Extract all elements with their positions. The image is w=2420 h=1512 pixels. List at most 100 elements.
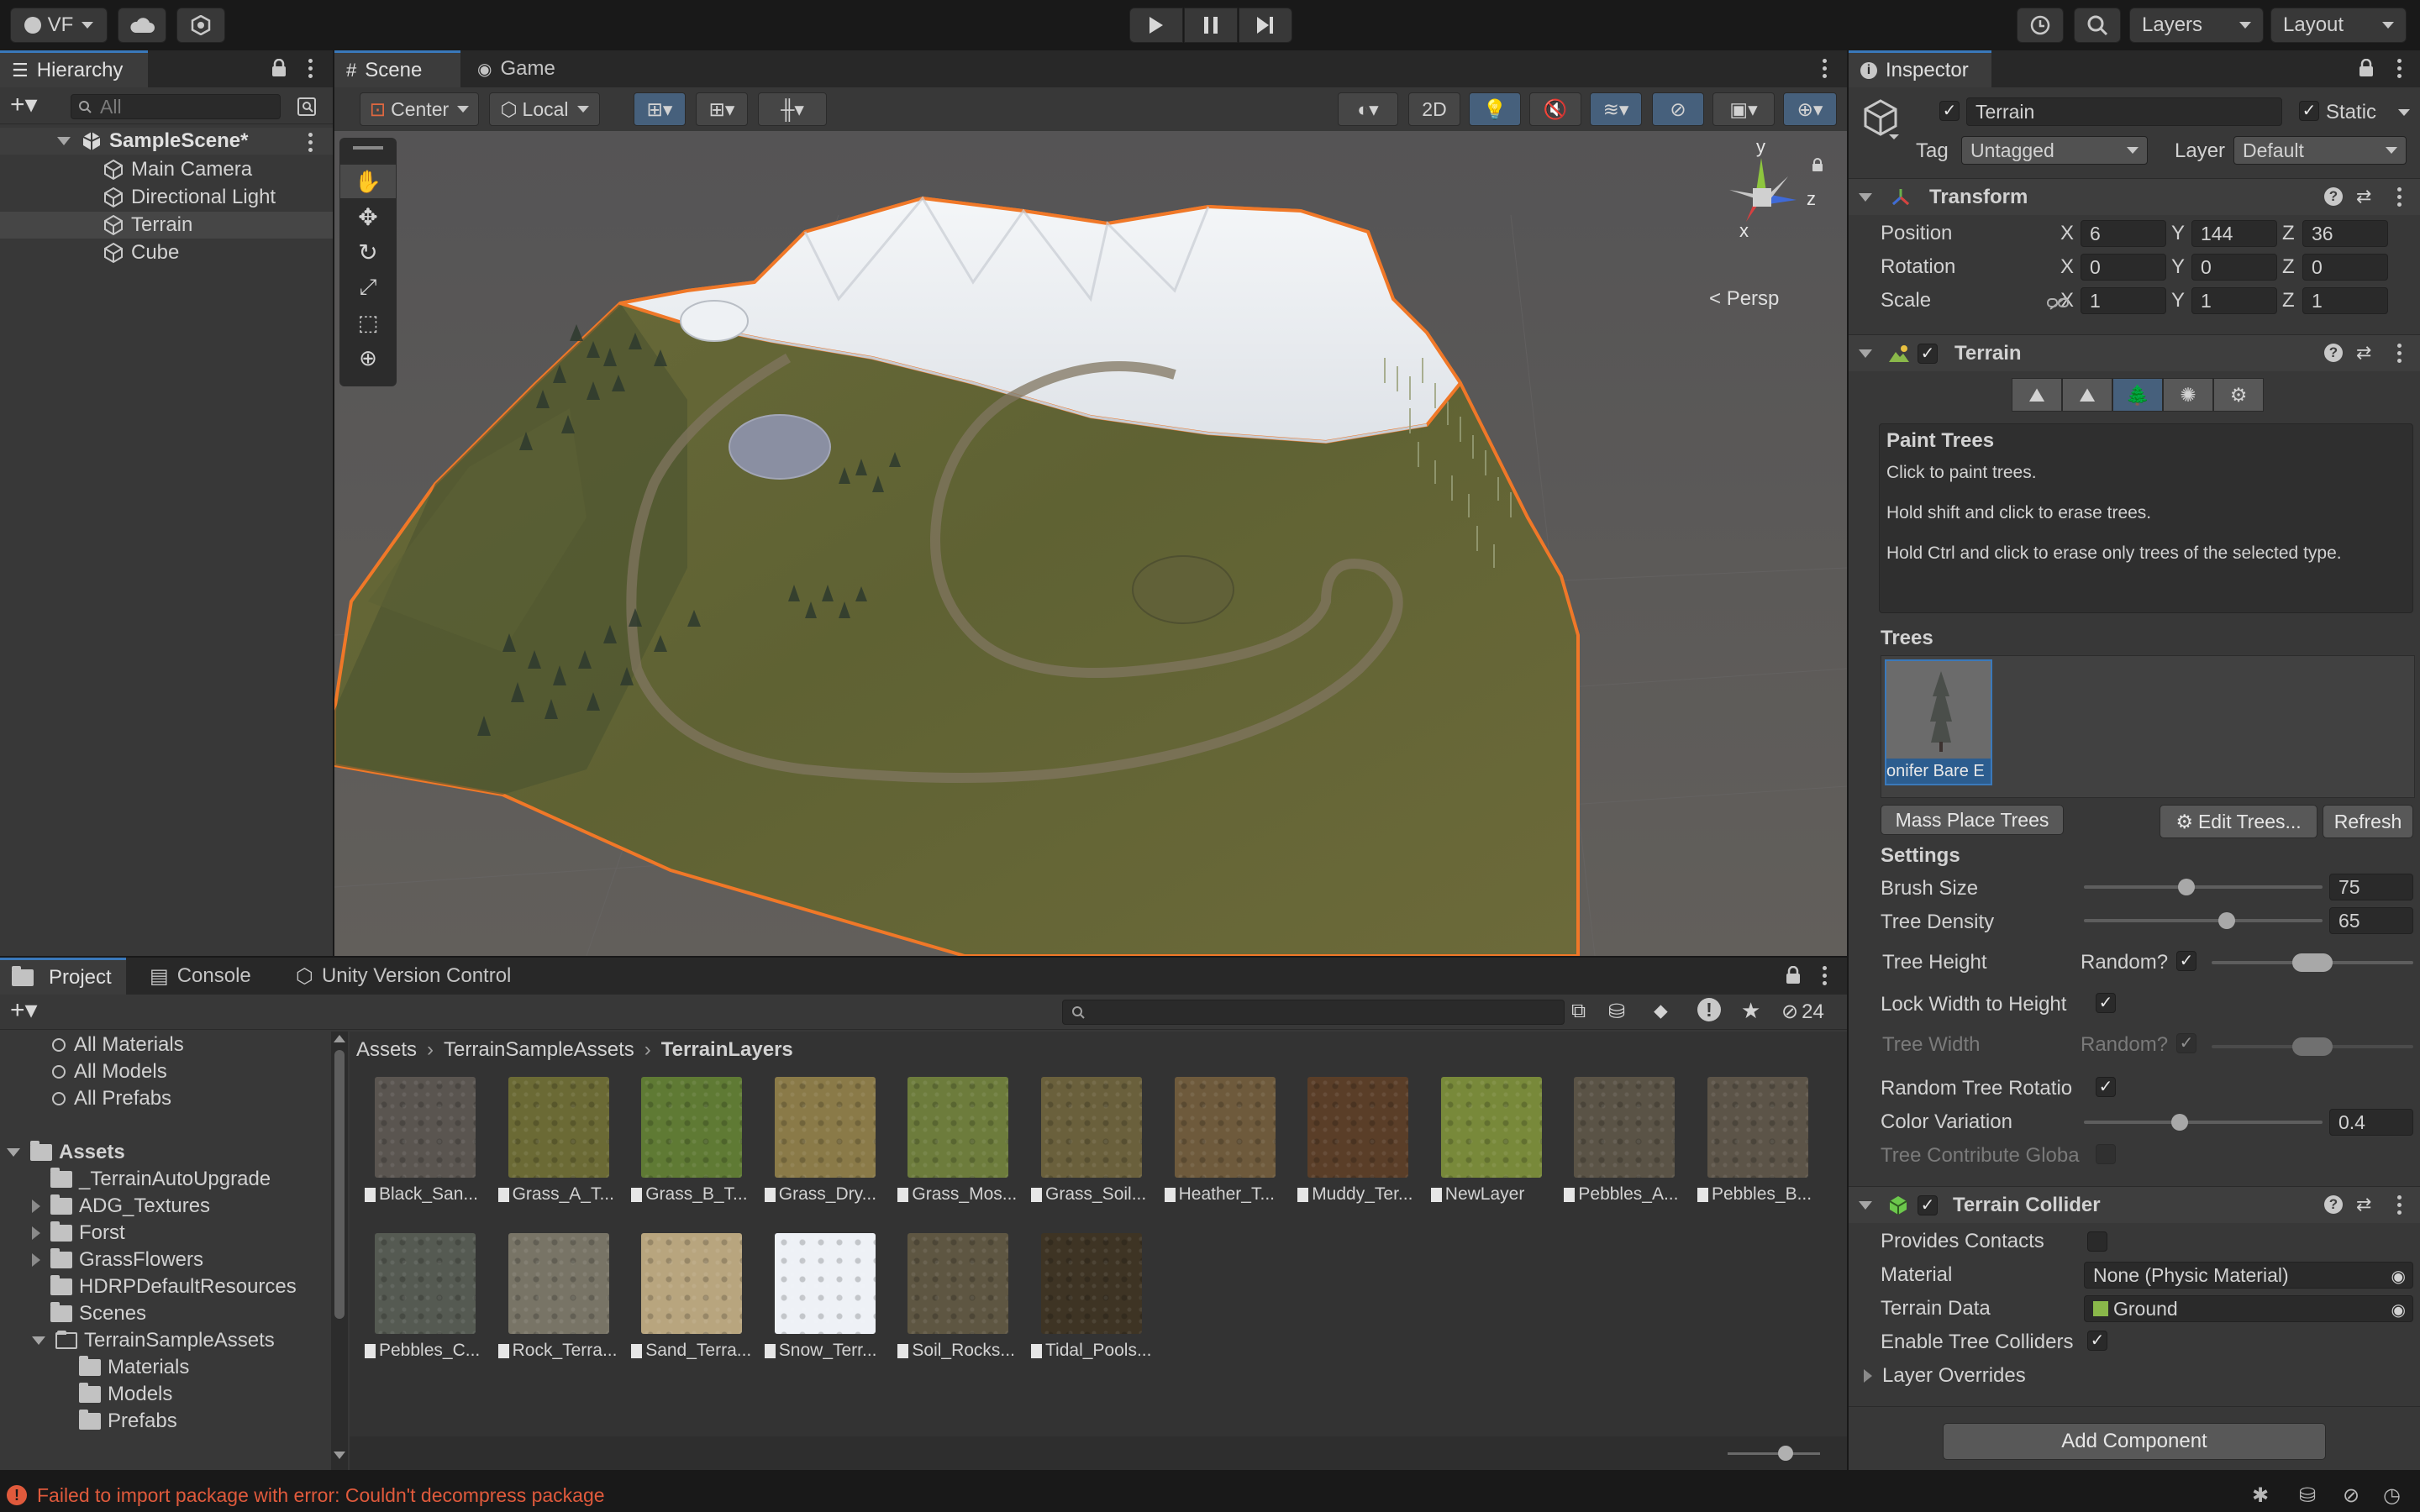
folder-item[interactable]: TerrainSampleAssets <box>32 1327 275 1354</box>
rotate-tool-button[interactable]: ↻ <box>340 235 396 269</box>
color-variation-knob[interactable] <box>2170 1114 2188 1131</box>
asset-item[interactable]: Grass_B_T... <box>628 1077 754 1211</box>
cache-server-icon[interactable]: ⛁ <box>2299 1483 2316 1508</box>
grid-snap-button[interactable]: ⊞▾ <box>634 92 686 126</box>
project-menu-icon[interactable] <box>1822 966 1827 985</box>
cloud-button[interactable] <box>118 8 166 43</box>
terrain-menu-icon[interactable] <box>2396 344 2402 363</box>
tree-height-range-handle[interactable] <box>2292 953 2333 972</box>
scene-row[interactable]: SampleScene* <box>0 128 333 155</box>
expand-arrow-icon[interactable] <box>57 137 71 145</box>
active-checkbox[interactable] <box>1939 101 1960 121</box>
favorite-item[interactable]: All Materials <box>52 1032 184 1058</box>
status-bar[interactable]: ! Failed to import package with error: C… <box>0 1478 2420 1512</box>
lighting-toggle[interactable]: 💡 <box>1469 92 1521 126</box>
folder-item[interactable]: ADG_Textures <box>32 1193 210 1220</box>
tab-inspector[interactable]: i Inspector <box>1849 50 1991 87</box>
transform-tool-button[interactable]: ⊕ <box>340 341 396 375</box>
rotation-y-input[interactable]: 0 <box>2191 254 2277 281</box>
hierarchy-menu-icon[interactable] <box>308 59 313 78</box>
asset-item[interactable]: Grass_A_T... <box>495 1077 621 1211</box>
projection-toggle[interactable]: < Persp <box>1709 287 1779 311</box>
folder-item[interactable]: Forst <box>32 1220 125 1247</box>
color-variation-input[interactable]: 0.4 <box>2329 1109 2413 1136</box>
folder-item[interactable]: GrassFlowers <box>32 1247 203 1273</box>
pause-button[interactable] <box>1184 8 1238 43</box>
search-button[interactable] <box>2074 8 2121 43</box>
lock-icon[interactable] <box>2358 59 2375 77</box>
expand-arrow-icon[interactable] <box>32 1200 40 1213</box>
hand-tool-button[interactable]: ✋ <box>340 165 396 198</box>
search-mode-icon[interactable] <box>297 97 316 116</box>
tree-height-random-checkbox[interactable] <box>2176 951 2196 971</box>
move-tool-button[interactable]: ✥ <box>340 200 396 234</box>
services-button[interactable] <box>176 8 225 43</box>
help-icon[interactable]: ? <box>2324 1195 2343 1214</box>
favorite-item[interactable]: All Prefabs <box>52 1085 171 1112</box>
orientation-gizmo[interactable]: y z x <box>1696 136 1830 259</box>
object-picker-icon[interactable]: ◉ <box>2391 1266 2406 1287</box>
hidden-packages-toggle[interactable]: ⊘ 24 <box>1781 1000 1824 1024</box>
scale-x-input[interactable]: 1 <box>2081 287 2166 314</box>
tree-prototype-item[interactable]: onifer Bare E <box>1885 659 1992 785</box>
add-component-button[interactable]: Add Component <box>1943 1423 2326 1460</box>
lock-width-height-checkbox[interactable] <box>2096 993 2116 1013</box>
preset-icon[interactable]: ⇄ <box>2356 186 2371 207</box>
tree-density-slider[interactable] <box>2084 912 2323 929</box>
scroll-up-icon[interactable] <box>334 1035 345 1042</box>
tab-hierarchy[interactable]: ☰ Hierarchy <box>0 50 148 87</box>
asset-item[interactable]: Snow_Terr... <box>761 1233 887 1368</box>
tree-density-knob[interactable] <box>2218 912 2236 929</box>
rotation-z-input[interactable]: 0 <box>2302 254 2388 281</box>
terrain-collider-header[interactable]: Terrain Collider ? ⇄ <box>1849 1186 2420 1223</box>
asset-item[interactable]: Sand_Terra... <box>628 1233 754 1368</box>
thumbnail-size-slider[interactable] <box>1728 1446 1820 1461</box>
position-z-input[interactable]: 36 <box>2302 220 2388 247</box>
tab-console[interactable]: ▤ Console <box>138 958 272 995</box>
subfolder-item[interactable]: Prefabs <box>79 1408 177 1435</box>
subfolder-item[interactable]: Materials <box>79 1354 189 1381</box>
folder-item[interactable]: Scenes <box>32 1300 146 1327</box>
position-x-input[interactable]: 6 <box>2081 220 2166 247</box>
mass-place-trees-button[interactable]: Mass Place Trees <box>1881 805 2064 835</box>
asset-item[interactable]: Muddy_Ter... <box>1294 1077 1420 1211</box>
hierarchy-item[interactable]: Directional Light <box>0 184 333 211</box>
asset-item[interactable]: Soil_Rocks... <box>894 1233 1020 1368</box>
layer-dropdown[interactable]: Default <box>2233 136 2407 165</box>
collider-menu-icon[interactable] <box>2396 1195 2402 1215</box>
visibility-toggle[interactable]: ⊘ <box>1652 92 1704 126</box>
object-picker-icon[interactable]: ◉ <box>2391 1299 2406 1320</box>
edit-trees-button[interactable]: ⚙ Edit Trees... <box>2160 805 2317 838</box>
effects-toggle[interactable]: ≋▾ <box>1590 92 1642 126</box>
thumbnail-size-knob[interactable] <box>1778 1446 1793 1461</box>
breadcrumb-terrain-sample-assets[interactable]: TerrainSampleAssets <box>444 1038 634 1062</box>
scroll-down-icon[interactable] <box>334 1452 345 1459</box>
tab-scene[interactable]: # Scene <box>334 50 460 87</box>
bug-icon[interactable]: ✱ <box>2252 1483 2269 1508</box>
draw-mode-button[interactable]: ◐▾ <box>1338 92 1398 126</box>
asset-item[interactable]: Pebbles_B... <box>1694 1077 1820 1211</box>
audio-toggle[interactable]: 🔇 <box>1529 92 1581 126</box>
transform-header[interactable]: Transform ? ⇄ <box>1849 178 2420 215</box>
expand-arrow-icon[interactable] <box>32 1336 45 1345</box>
ruler-button[interactable]: ╫▾ <box>758 92 827 126</box>
scale-tool-button[interactable]: ⤢ <box>340 270 396 304</box>
transform-menu-icon[interactable] <box>2396 187 2402 207</box>
provides-contacts-checkbox[interactable] <box>2087 1231 2107 1252</box>
scale-z-input[interactable]: 1 <box>2302 287 2388 314</box>
tag-dropdown[interactable]: Untagged <box>1961 136 2148 165</box>
label-filter-icon[interactable]: ⬥ <box>1654 1000 1668 1023</box>
breadcrumb-terrain-layers[interactable]: TerrainLayers <box>661 1038 793 1062</box>
project-search-input[interactable] <box>1062 1000 1565 1025</box>
expand-arrow-icon[interactable] <box>32 1226 40 1240</box>
material-field[interactable]: None (Physic Material) ◉ <box>2084 1262 2413 1289</box>
search-filter-icon[interactable]: ⧉ <box>1571 1000 1586 1023</box>
collapse-arrow-icon[interactable] <box>1859 349 1872 358</box>
create-asset-icon[interactable]: +▾ <box>10 998 38 1023</box>
brush-size-slider[interactable] <box>2084 879 2323 895</box>
asset-item[interactable]: Black_San... <box>361 1077 487 1211</box>
palette-drag-handle[interactable] <box>353 146 383 150</box>
position-y-input[interactable]: 144 <box>2191 220 2277 247</box>
color-variation-slider[interactable] <box>2084 1114 2323 1131</box>
space-dropdown[interactable]: ⬡ Local <box>489 92 600 126</box>
